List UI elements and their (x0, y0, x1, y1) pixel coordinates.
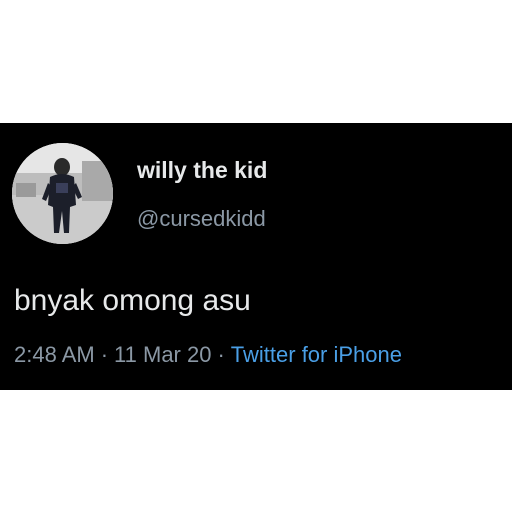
tweet-time[interactable]: 2:48 AM (14, 342, 95, 367)
tweet-metadata: 2:48 AM · 11 Mar 20 · Twitter for iPhone (14, 342, 402, 368)
separator-dot: · (217, 342, 225, 367)
tweet-date[interactable]: 11 Mar 20 (114, 342, 211, 367)
profile-photo-person-icon (12, 143, 113, 244)
tweet-card: willy the kid @cursedkidd bnyak omong as… (0, 123, 512, 390)
tweet-source-link[interactable]: Twitter for iPhone (231, 342, 402, 367)
avatar[interactable] (12, 143, 113, 244)
display-name[interactable]: willy the kid (137, 157, 267, 184)
tweet-text: bnyak omong asu (14, 284, 251, 317)
page: willy the kid @cursedkidd bnyak omong as… (0, 0, 512, 512)
username-handle[interactable]: @cursedkidd (137, 206, 266, 232)
separator-dot: · (100, 342, 109, 367)
